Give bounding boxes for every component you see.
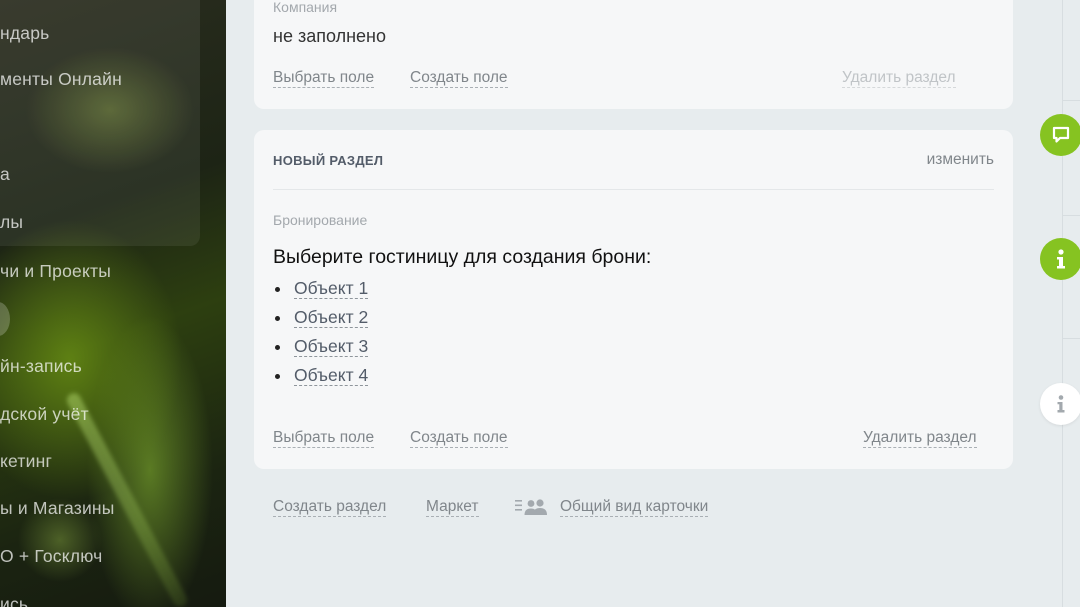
people-icon [515, 499, 547, 515]
sidebar-item-last[interactable]: ись [0, 594, 28, 607]
object-link[interactable]: Объект 3 [294, 336, 369, 357]
chat-button[interactable] [1040, 114, 1080, 156]
object-link[interactable]: Объект 2 [294, 307, 369, 328]
rail-tick [1062, 215, 1080, 216]
list-item: Объект 4 [273, 365, 369, 394]
sidebar-item-sites-stores[interactable]: ы и Магазины [0, 498, 115, 519]
sidebar-item-files[interactable]: лы [0, 212, 23, 233]
chat-icon [1052, 126, 1070, 143]
list-item: Объект 1 [273, 278, 369, 307]
sidebar-item-tasks-projects[interactable]: чи и Проекты [0, 261, 111, 282]
info-icon [1057, 249, 1065, 269]
field-label-company: Компания [273, 0, 338, 15]
delete-section-link[interactable]: Удалить раздел [842, 69, 956, 88]
delete-section-link[interactable]: Удалить раздел [863, 429, 977, 448]
section-title: НОВЫЙ РАЗДЕЛ [273, 153, 384, 168]
sidebar-item-documents-online[interactable]: менты Онлайн [0, 69, 122, 90]
field-label-booking: Бронирование [273, 212, 368, 228]
sidebar: ндарь менты Онлайн а лы чи и Проекты йн-… [0, 0, 226, 607]
create-field-link[interactable]: Создать поле [410, 429, 508, 448]
sidebar-item-marketing[interactable]: кетинг [0, 451, 52, 472]
edit-section-link[interactable]: изменить [927, 151, 994, 169]
info-button-green[interactable] [1040, 238, 1080, 280]
list-item: Объект 2 [273, 307, 369, 336]
sidebar-counter-badge [0, 302, 10, 336]
sidebar-item-online-booking[interactable]: йн-запись [0, 356, 82, 377]
create-section-link[interactable]: Создать раздел [273, 498, 387, 517]
booking-heading: Выберите гостиницу для создания брони: [273, 246, 652, 268]
sidebar-item-edo-goskey[interactable]: О + Госключ [0, 546, 102, 567]
timeline-rail [1062, 0, 1063, 607]
divider [273, 189, 994, 190]
sidebar-item-inventory[interactable]: дской учёт [0, 404, 89, 425]
hotel-object-list: Объект 1 Объект 2 Объект 3 Объект 4 [273, 278, 369, 394]
market-link[interactable]: Маркет [426, 498, 479, 517]
info-button-white[interactable] [1040, 383, 1080, 425]
select-field-link[interactable]: Выбрать поле [273, 429, 375, 448]
list-item: Объект 3 [273, 336, 369, 365]
rail-tick [1062, 100, 1080, 101]
info-icon [1057, 395, 1065, 413]
new-section-card: НОВЫЙ РАЗДЕЛ изменить Бронирование Выбер… [254, 130, 1013, 469]
object-link[interactable]: Объект 4 [294, 365, 369, 386]
sidebar-item-calendar[interactable]: ндарь [0, 23, 49, 44]
sidebar-item-1[interactable]: а [0, 164, 10, 185]
field-value-company: не заполнено [273, 26, 386, 46]
rail-tick [1062, 338, 1080, 339]
select-field-link[interactable]: Выбрать поле [273, 69, 375, 88]
company-section-card: Компания не заполнено Выбрать поле Созда… [254, 0, 1013, 109]
create-field-link[interactable]: Создать поле [410, 69, 508, 88]
card-view-link[interactable]: Общий вид карточки [560, 498, 709, 517]
object-link[interactable]: Объект 1 [294, 278, 369, 299]
